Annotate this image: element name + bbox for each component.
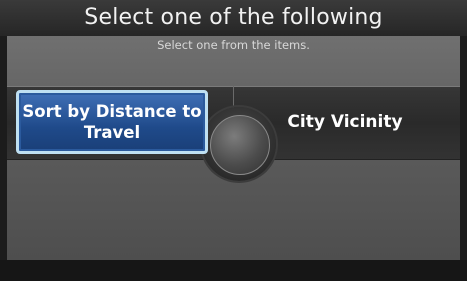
selection-panel: Select one from the items. Sort by Dista… [7,36,460,260]
instruction-text: Select one from the items. [157,38,310,52]
right-border [460,36,467,260]
page-title: Select one of the following [0,0,467,36]
nav-screen: Select one of the following Select one f… [0,0,467,281]
left-border [0,36,7,260]
option-sort-by-distance[interactable]: Sort by Distance to Travel [16,90,208,154]
footer-bar [0,260,467,281]
option-city-vicinity[interactable]: City Vicinity [245,90,445,154]
